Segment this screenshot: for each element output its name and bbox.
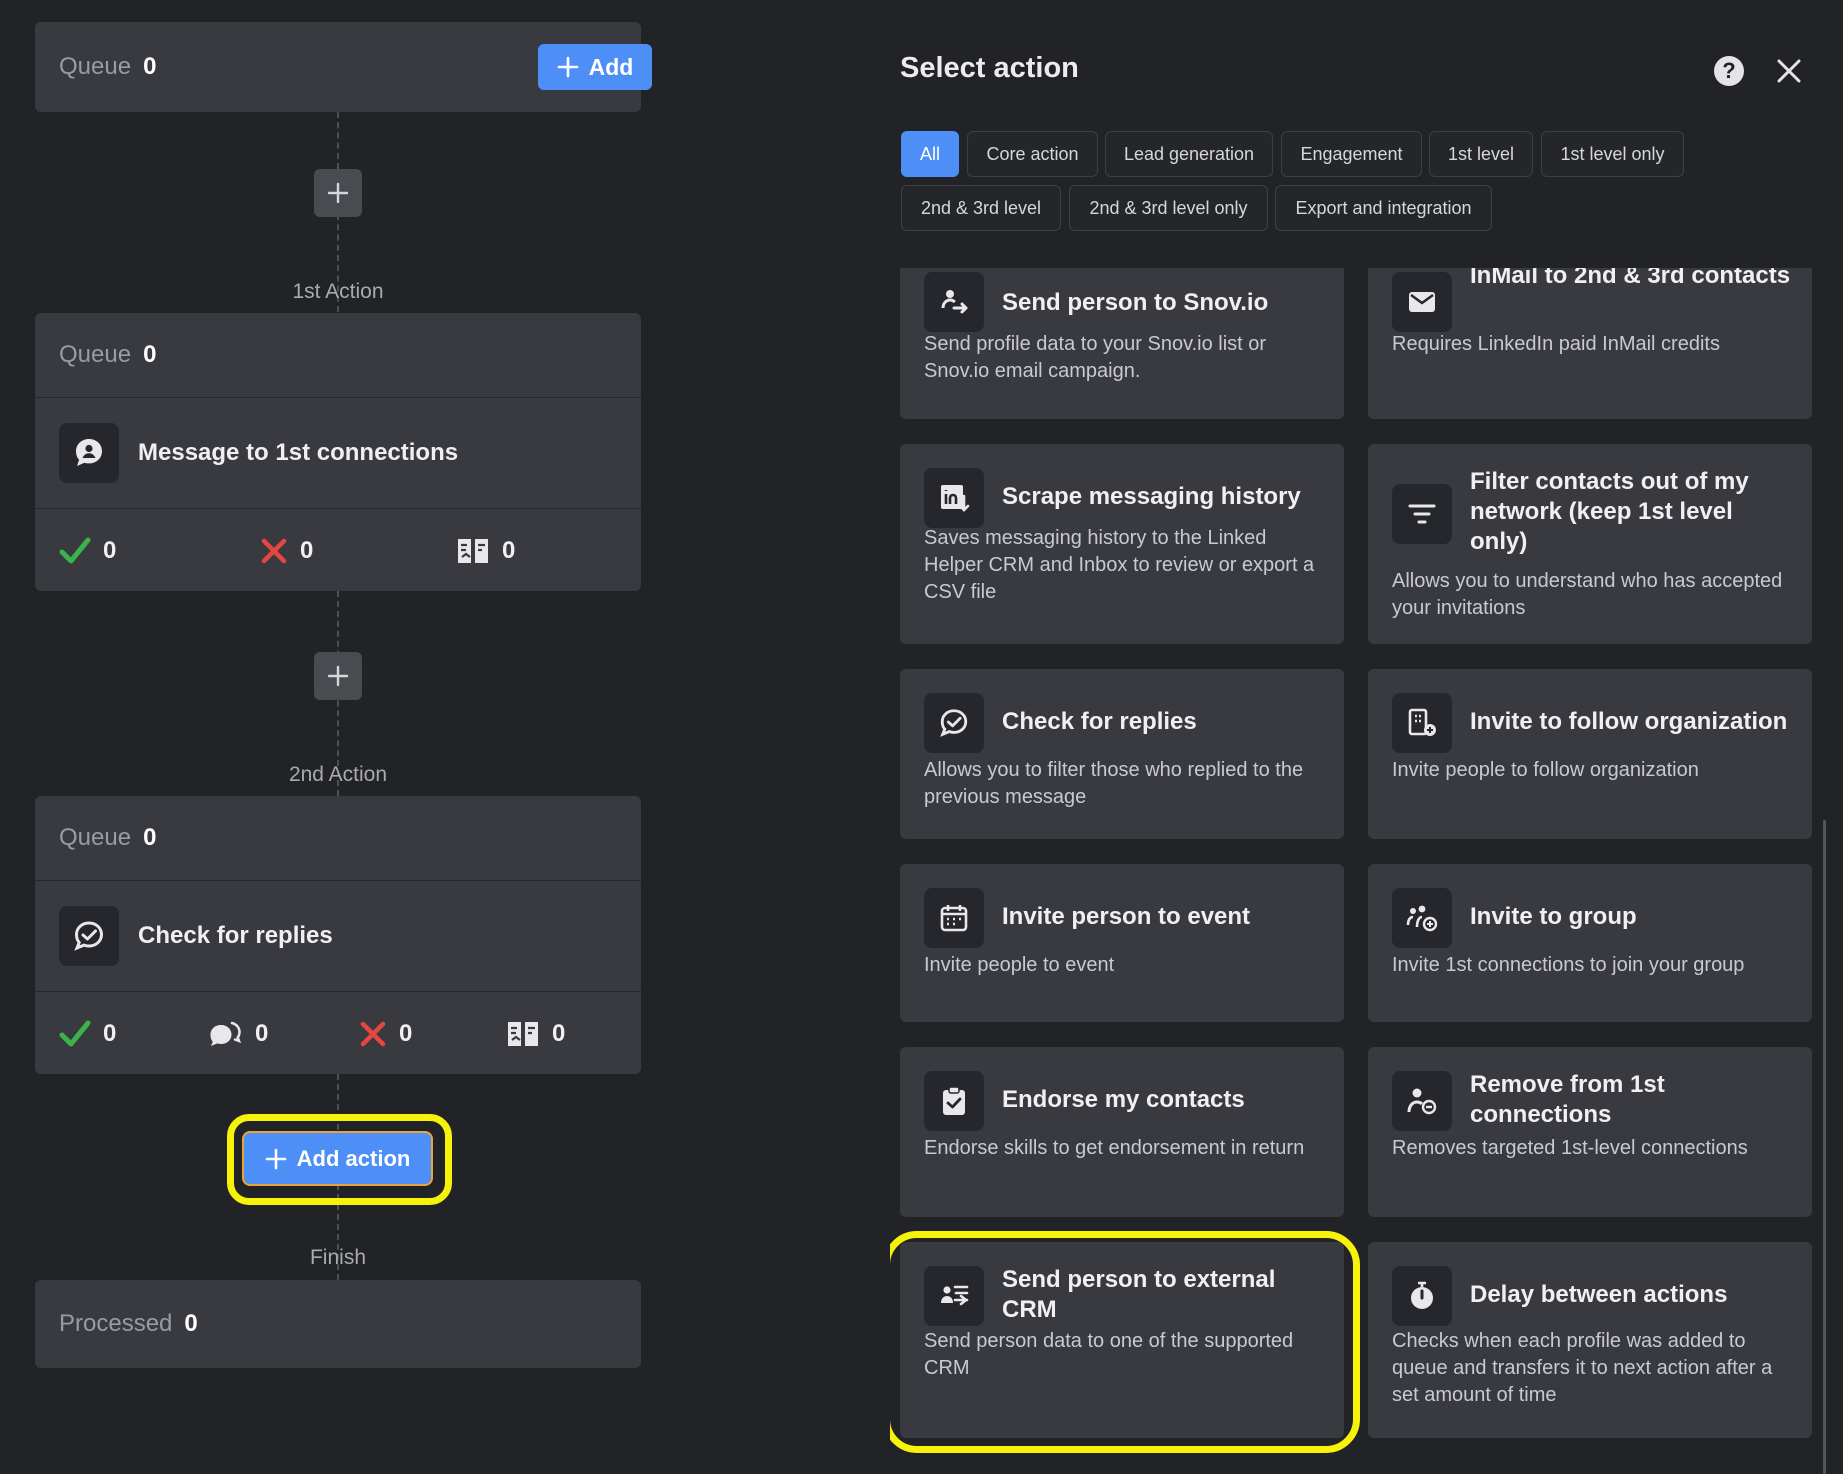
close-icon[interactable]	[1774, 56, 1804, 91]
action-tile-invite-person-to-event[interactable]: Invite person to event Invite people to …	[900, 864, 1344, 1022]
calendar-icon	[924, 888, 984, 948]
message-person-icon	[59, 423, 119, 483]
filter-chip-engagement[interactable]: Engagement	[1281, 131, 1422, 177]
cross-icon	[261, 538, 287, 564]
filter-chip-1st-level[interactable]: 1st level	[1429, 131, 1533, 177]
clipboard-check-icon	[924, 1071, 984, 1131]
step-label-1: 1st Action	[292, 280, 384, 303]
chat-check-icon	[59, 906, 119, 966]
stat-failed[interactable]: 0	[359, 1020, 412, 1048]
start-queue-card: Queue 0 Add	[35, 22, 652, 112]
finish-label: Finish	[309, 1246, 367, 1269]
chat-bubbles-icon	[210, 1021, 242, 1046]
help-icon[interactable]: ?	[1714, 56, 1744, 86]
group-plus-icon	[1392, 888, 1452, 948]
step-label-2: 2nd Action	[288, 763, 388, 786]
filter-icon	[1392, 484, 1452, 544]
cross-icon	[360, 1021, 386, 1047]
plus-icon	[557, 56, 578, 78]
action-tile-inmail[interactable]: InMail to 2nd & 3rd contacts Requires Li…	[1368, 268, 1812, 419]
action-list[interactable]: Send person to Snov.io Send profile data…	[890, 268, 1825, 1474]
queue-count: 0	[143, 53, 157, 80]
filter-chip-2nd-3rd-level[interactable]: 2nd & 3rd level	[901, 185, 1061, 231]
insert-step-button[interactable]	[314, 169, 362, 217]
filter-chip-lead-generation[interactable]: Lead generation	[1105, 131, 1273, 177]
scrollbar[interactable]	[1823, 820, 1826, 1474]
action-tile-filter-contacts[interactable]: Filter contacts out of my network (keep …	[1368, 444, 1812, 644]
stat-skipped[interactable]: 0	[506, 1019, 565, 1049]
processed-label: Processed	[59, 1310, 173, 1337]
plus-icon	[327, 665, 349, 687]
stopwatch-icon	[1392, 1266, 1452, 1326]
action-tile-delay-between-actions[interactable]: Delay between actions Checks when each p…	[1368, 1242, 1812, 1438]
organization-plus-icon	[1392, 693, 1452, 753]
action-tile-scrape-messaging-history[interactable]: Scrape messaging history Saves messaging…	[900, 444, 1344, 644]
action-title: Check for replies	[138, 922, 333, 949]
action-tile-invite-follow-organization[interactable]: Invite to follow organization Invite peo…	[1368, 669, 1812, 839]
filter-chip-2nd-3rd-level-only[interactable]: 2nd & 3rd level only	[1069, 185, 1268, 231]
stat-skipped[interactable]: 0	[456, 536, 515, 566]
plus-icon	[265, 1148, 286, 1169]
processed-count: 0	[184, 1310, 198, 1337]
action-tile-send-to-snovio[interactable]: Send person to Snov.io Send profile data…	[900, 268, 1344, 419]
filter-chip-1st-level-only[interactable]: 1st level only	[1541, 131, 1684, 177]
filter-chip-all[interactable]: All	[901, 131, 959, 177]
linkedin-download-icon	[924, 468, 984, 528]
queue-count: 0	[143, 824, 157, 851]
stat-failed[interactable]: 0	[260, 537, 313, 565]
action-tile-invite-to-group[interactable]: Invite to group Invite 1st connections t…	[1368, 864, 1812, 1022]
check-icon	[59, 537, 91, 564]
plus-icon	[327, 182, 349, 204]
chat-check-icon	[924, 693, 984, 753]
person-minus-icon	[1392, 1071, 1452, 1131]
action-tile-check-for-replies[interactable]: Check for replies Allows you to filter t…	[900, 669, 1344, 839]
step-1-card[interactable]: Queue 0 Message to 1st connections 0 0 0	[35, 313, 641, 591]
action-title: Message to 1st connections	[138, 439, 459, 466]
panel-title: Select action	[900, 52, 1079, 84]
envelope-icon	[1392, 272, 1452, 332]
highlight-external-crm-tile	[890, 1231, 1360, 1453]
queue-label: Queue	[59, 341, 132, 368]
add-button[interactable]: Add	[538, 44, 652, 90]
stat-success[interactable]: 0	[59, 1019, 116, 1049]
queue-count: 0	[143, 341, 157, 368]
insert-step-button[interactable]	[314, 652, 362, 700]
add-action-label: Add action	[296, 1145, 411, 1171]
check-icon	[59, 1020, 91, 1047]
step-2-card[interactable]: Queue 0 Check for replies 0 0 0 0	[35, 796, 641, 1074]
filter-chip-core-action[interactable]: Core action	[967, 131, 1098, 177]
stat-success[interactable]: 0	[59, 536, 116, 566]
add-button-label: Add	[588, 53, 634, 80]
queue-label: Queue	[59, 53, 132, 80]
skip-flag-icon	[458, 539, 488, 563]
skip-flag-icon	[508, 1022, 538, 1046]
queue-label: Queue	[59, 824, 132, 851]
add-action-button[interactable]: Add action	[244, 1133, 431, 1184]
stat-replied[interactable]: 0	[207, 1019, 268, 1049]
filter-chip-export-integration[interactable]: Export and integration	[1275, 185, 1492, 231]
finish-card: Processed 0	[35, 1280, 641, 1368]
action-tile-remove-from-connections[interactable]: Remove from 1st connections Removes targ…	[1368, 1047, 1812, 1217]
action-tile-endorse-contacts[interactable]: Endorse my contacts Endorse skills to ge…	[900, 1047, 1344, 1217]
person-transfer-icon	[924, 272, 984, 332]
